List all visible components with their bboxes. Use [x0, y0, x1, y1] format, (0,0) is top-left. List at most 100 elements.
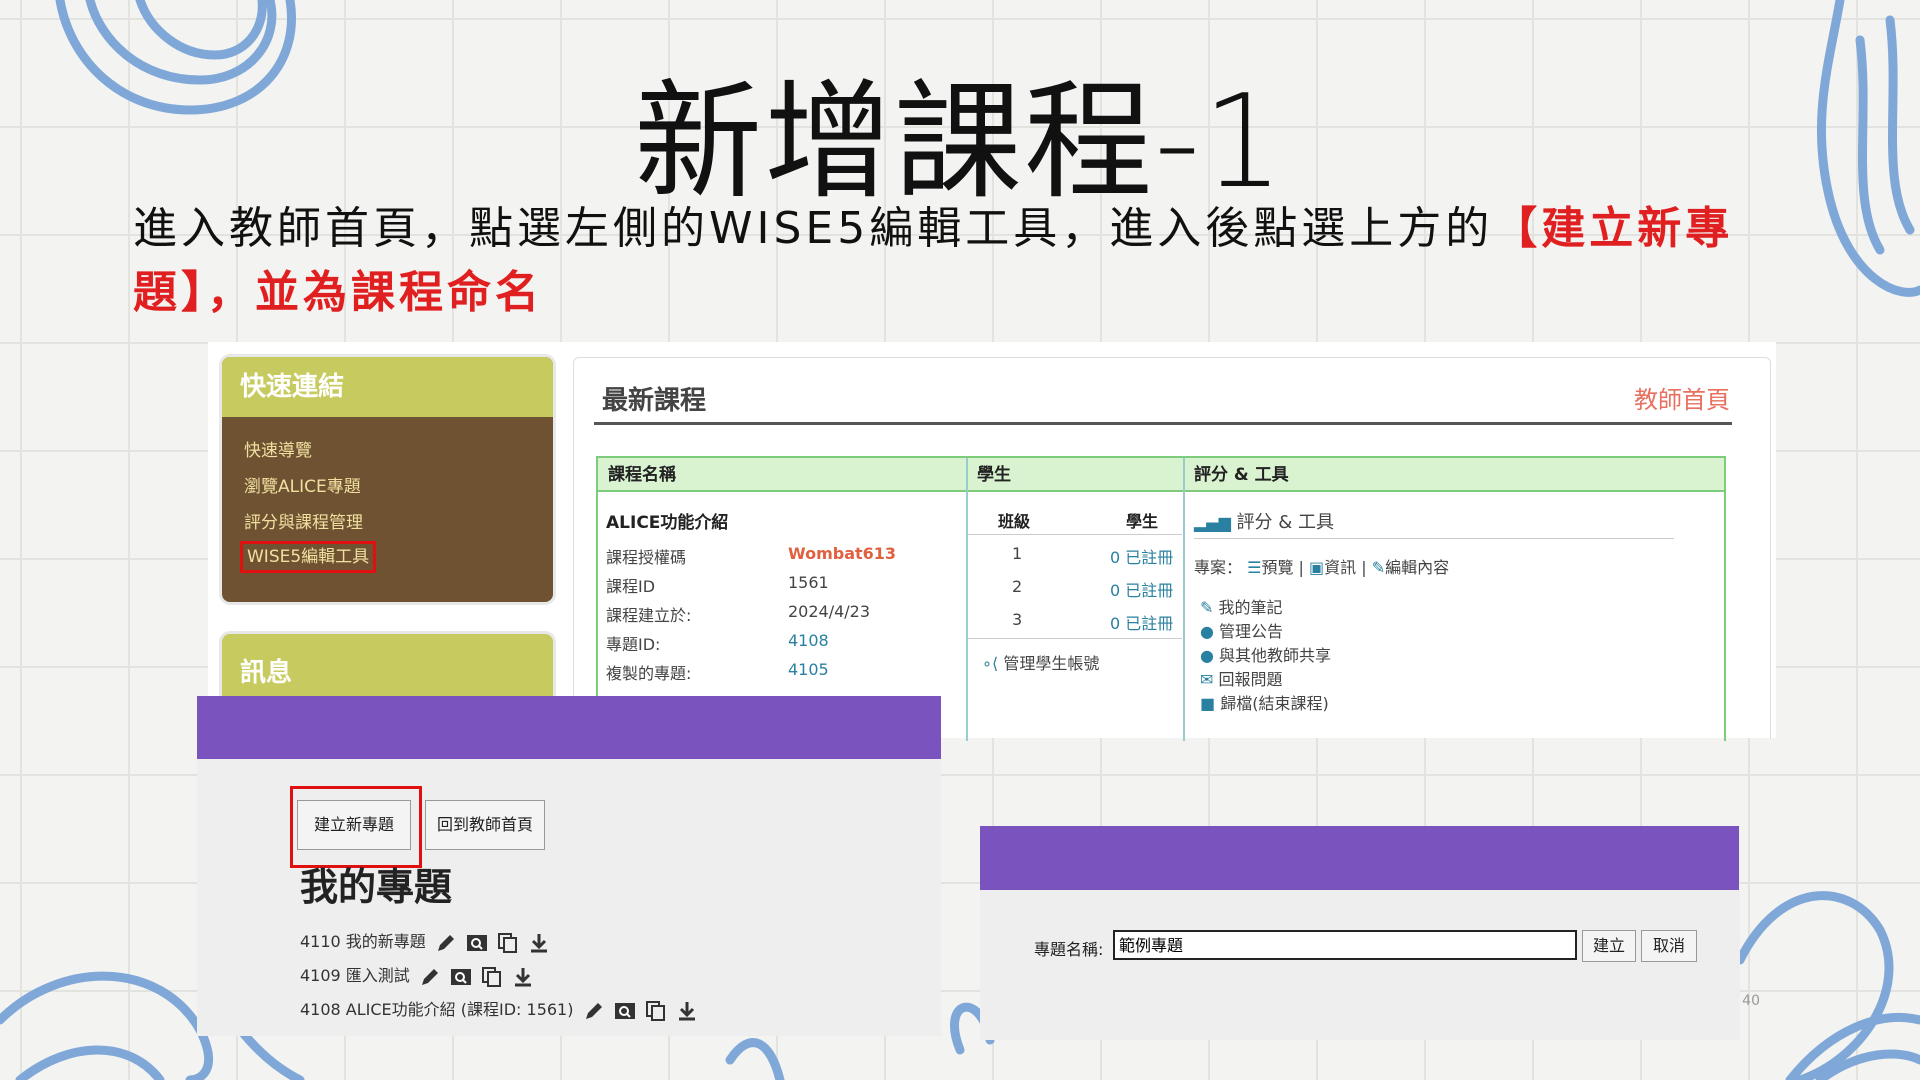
- column-divider: [966, 458, 968, 741]
- period-number: 2: [1012, 577, 1023, 596]
- quick-links-heading: 快速連結: [222, 357, 553, 417]
- edit-note-icon: ✎: [1200, 598, 1219, 617]
- announcements-label: 管理公告: [1219, 622, 1284, 641]
- preview-search-icon[interactable]: [466, 932, 488, 954]
- teacher-home-link[interactable]: 教師首頁: [1634, 380, 1730, 415]
- share-link[interactable]: ● 與其他教師共享: [1200, 642, 1331, 666]
- back-to-teacher-home-button[interactable]: 回到教師首頁: [425, 800, 545, 850]
- preview-search-icon[interactable]: [614, 1000, 636, 1022]
- col-students: 學生: [967, 458, 1184, 492]
- report-problem-label: 回報問題: [1218, 670, 1283, 689]
- project-id-link[interactable]: 4108: [788, 631, 829, 650]
- download-icon[interactable]: [528, 932, 550, 954]
- pencil-icon[interactable]: [435, 932, 457, 954]
- enrolled-count[interactable]: 0 已註冊: [1110, 610, 1173, 634]
- bar-chart-icon: ▂▄▆: [1194, 513, 1237, 532]
- col-course-name: 課程名稱: [598, 458, 967, 492]
- field-label: 複製的專題:: [606, 664, 692, 683]
- copied-project-link[interactable]: 4105: [788, 660, 829, 679]
- envelope-icon: ✉: [1200, 670, 1219, 689]
- archive-link[interactable]: ■ 歸檔(結束課程): [1200, 690, 1329, 714]
- instruction-plain: 進入教師首頁，點選左側的WISE5編輯工具，進入後點選上方的: [133, 203, 1494, 254]
- manage-students-label: 管理學生帳號: [1003, 654, 1100, 673]
- recent-courses-panel: 最新課程 教師首頁 課程名稱 學生 評分 & 工具 ALICE功能介紹 課程授權…: [573, 357, 1771, 741]
- report-problem-link[interactable]: ✉ 回報問題: [1200, 666, 1283, 690]
- share-label: 與其他教師共享: [1219, 646, 1332, 665]
- project-actions: 專案： ☰預覽 | ▣資訊 | ✎編輯內容: [1194, 558, 1450, 577]
- access-code: Wombat613: [788, 544, 897, 563]
- project-name-input[interactable]: 範例專題: [1113, 930, 1577, 960]
- course-id: 1561: [788, 573, 829, 592]
- project-title[interactable]: 4110 我的新專題: [300, 932, 426, 951]
- copy-icon[interactable]: [645, 1000, 667, 1022]
- divider: [968, 534, 1182, 535]
- share-nodes-icon: ∘⟨: [982, 654, 1004, 673]
- lock-icon: ■: [1200, 694, 1221, 713]
- students-header: 學生: [1126, 512, 1159, 531]
- teacher-home-screenshot: 快速連結 快速導覽 瀏覽ALICE專題 評分與課程管理 WISE5編輯工具 訊息…: [208, 342, 1776, 741]
- page-number: 40: [1742, 993, 1760, 1009]
- new-project-form-screenshot: 專題名稱: 範例專題 建立 取消: [980, 826, 1740, 1040]
- project-name-label: 專題名稱:: [1034, 940, 1104, 959]
- authoring-header-bar: [197, 696, 941, 759]
- form-header-bar: [980, 826, 1739, 890]
- edit-icon: ✎: [1371, 558, 1386, 577]
- divider: [968, 638, 1182, 639]
- title-divider: [594, 422, 1732, 425]
- quick-link-grading[interactable]: 評分與課程管理: [244, 505, 553, 541]
- project-title[interactable]: 4109 匯入測試: [300, 966, 410, 985]
- enrolled-count[interactable]: 0 已註冊: [1110, 544, 1173, 568]
- project-row: 4110 我的新專題: [300, 927, 550, 957]
- user-icon: ●: [1200, 646, 1220, 665]
- quick-link-tour[interactable]: 快速導覽: [244, 433, 553, 469]
- field-label: 課程ID: [606, 577, 656, 596]
- info-link[interactable]: 資訊: [1324, 558, 1356, 577]
- quick-links-panel: 快速連結 快速導覽 瀏覽ALICE專題 評分與課程管理 WISE5編輯工具: [222, 357, 553, 602]
- authoring-tool-screenshot: 建立新專題 回到教師首頁 我的專題 4110 我的新專題 4109 匯入測試 4…: [197, 696, 941, 1036]
- period-number: 3: [1012, 610, 1023, 629]
- grading-tools-label: 評分 & 工具: [1236, 512, 1334, 533]
- field-label: 課程建立於:: [606, 606, 692, 625]
- period-number: 1: [1012, 544, 1023, 563]
- copy-icon[interactable]: [497, 932, 519, 954]
- announcements-link[interactable]: ● 管理公告: [1200, 618, 1283, 642]
- download-icon[interactable]: [676, 1000, 698, 1022]
- slide-title: 新增課程-1: [634, 68, 1286, 217]
- preview-link[interactable]: 預覽: [1261, 558, 1293, 577]
- created-date: 2024/4/23: [788, 602, 871, 621]
- quick-link-wise5-editor[interactable]: WISE5編輯工具: [240, 541, 377, 573]
- my-projects-heading: 我的專題: [300, 865, 453, 909]
- info-icon: ▣: [1309, 558, 1325, 577]
- preview-icon: ☰: [1247, 558, 1262, 577]
- messages-heading: 訊息: [240, 658, 293, 688]
- pencil-icon[interactable]: [419, 966, 441, 988]
- copy-icon[interactable]: [481, 966, 503, 988]
- notes-label: 我的筆記: [1218, 598, 1283, 617]
- download-icon[interactable]: [512, 966, 534, 988]
- project-row: 4109 匯入測試: [300, 961, 534, 991]
- field-label: 專題ID:: [606, 635, 661, 654]
- enrolled-count[interactable]: 0 已註冊: [1110, 577, 1173, 601]
- create-button[interactable]: 建立: [1582, 930, 1636, 962]
- chat-bubbles-icon: ●: [1200, 622, 1220, 641]
- project-label: 專案：: [1194, 558, 1243, 577]
- course-name[interactable]: ALICE功能介紹: [606, 508, 728, 533]
- notes-link[interactable]: ✎ 我的筆記: [1200, 594, 1283, 618]
- recent-courses-title: 最新課程: [602, 386, 707, 416]
- field-label: 課程授權碼: [606, 548, 687, 567]
- edit-content-link[interactable]: 編輯內容: [1385, 558, 1449, 577]
- divider: [1194, 538, 1674, 539]
- project-title[interactable]: 4108 ALICE功能介紹 (課程ID: 1561): [300, 1000, 573, 1019]
- archive-label: 歸檔(結束課程): [1220, 694, 1329, 713]
- cancel-button[interactable]: 取消: [1641, 930, 1697, 962]
- pencil-icon[interactable]: [583, 1000, 605, 1022]
- project-row: 4108 ALICE功能介紹 (課程ID: 1561): [300, 995, 698, 1025]
- slide-instruction: 進入教師首頁，點選左側的WISE5編輯工具，進入後點選上方的【建立新專題】，並為…: [133, 197, 1793, 325]
- quick-link-browse[interactable]: 瀏覽ALICE專題: [244, 469, 553, 505]
- col-tools: 評分 & 工具: [1184, 458, 1724, 492]
- column-divider: [1183, 458, 1185, 741]
- preview-search-icon[interactable]: [450, 966, 472, 988]
- grading-tools-link[interactable]: ▂▄▆ 評分 & 工具: [1194, 508, 1334, 534]
- period-header: 班級: [998, 512, 1031, 531]
- manage-students-link[interactable]: ∘⟨ 管理學生帳號: [982, 650, 1099, 674]
